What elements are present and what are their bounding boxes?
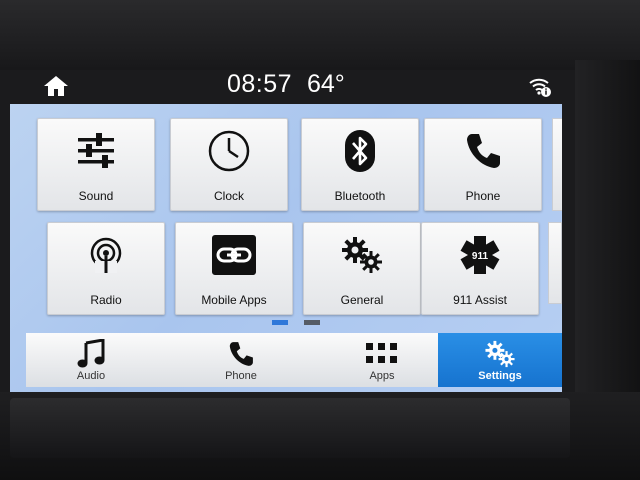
next-page-tile-edge — [552, 118, 562, 211]
nav-settings[interactable]: Settings — [438, 333, 562, 387]
apps-grid-icon — [366, 339, 398, 369]
next-page-tile-edge — [548, 222, 562, 304]
bezel-ledge — [10, 398, 570, 458]
tile-phone[interactable]: Phone — [424, 118, 542, 211]
sliders-icon — [73, 129, 119, 173]
radio-antenna-icon — [83, 233, 129, 277]
music-note-icon — [75, 339, 107, 369]
nav-audio[interactable]: Audio — [26, 333, 156, 387]
tile-radio[interactable]: Radio — [47, 222, 165, 315]
bottom-nav-bar: Audio Phone Apps Settings — [26, 333, 562, 387]
tile-general[interactable]: General — [303, 222, 421, 315]
tile-sound[interactable]: Sound — [37, 118, 155, 211]
status-bar: 08:57 64° — [30, 66, 560, 106]
tile-911-assist[interactable]: 911 911 Assist — [421, 222, 539, 315]
911-star-of-life-icon: 911 — [457, 233, 503, 277]
bezel-top — [0, 0, 640, 70]
clock-time: 08:57 — [227, 70, 293, 98]
tile-clock[interactable]: Clock — [170, 118, 288, 211]
clock-icon — [206, 129, 252, 173]
nav-label: Audio — [76, 370, 106, 382]
nav-label: Apps — [369, 370, 395, 382]
svg-text:911: 911 — [472, 251, 489, 262]
phone-icon — [225, 339, 257, 369]
tile-label: Radio — [90, 293, 122, 307]
page-indicator-active[interactable] — [272, 320, 288, 325]
nav-phone[interactable]: Phone — [156, 333, 326, 387]
touch-screen: Sound Clock Bluetooth Phone Radio Mobile… — [10, 104, 562, 394]
wifi-info-icon[interactable] — [528, 74, 552, 98]
tile-label: General — [340, 293, 384, 307]
nav-apps[interactable]: Apps — [326, 333, 438, 387]
tile-label: Bluetooth — [334, 189, 386, 203]
tile-mobile-apps[interactable]: Mobile Apps — [175, 222, 293, 315]
bezel-right — [575, 60, 640, 400]
nav-label: Phone — [225, 370, 257, 382]
phone-icon — [460, 129, 506, 173]
home-icon[interactable] — [42, 74, 70, 98]
outside-temperature: 64° — [307, 70, 345, 98]
tile-label: Phone — [465, 189, 501, 203]
link-icon — [211, 233, 257, 277]
tile-label: Mobile Apps — [201, 293, 267, 307]
nav-label: Settings — [478, 370, 522, 382]
page-indicator-inactive[interactable] — [304, 320, 320, 325]
bluetooth-icon — [337, 129, 383, 173]
tile-label: Sound — [78, 189, 114, 203]
gears-icon — [484, 339, 516, 369]
gears-icon — [339, 233, 385, 277]
tile-bluetooth[interactable]: Bluetooth — [301, 118, 419, 211]
tile-label: Clock — [213, 189, 244, 203]
tile-label: 911 Assist — [453, 293, 507, 307]
